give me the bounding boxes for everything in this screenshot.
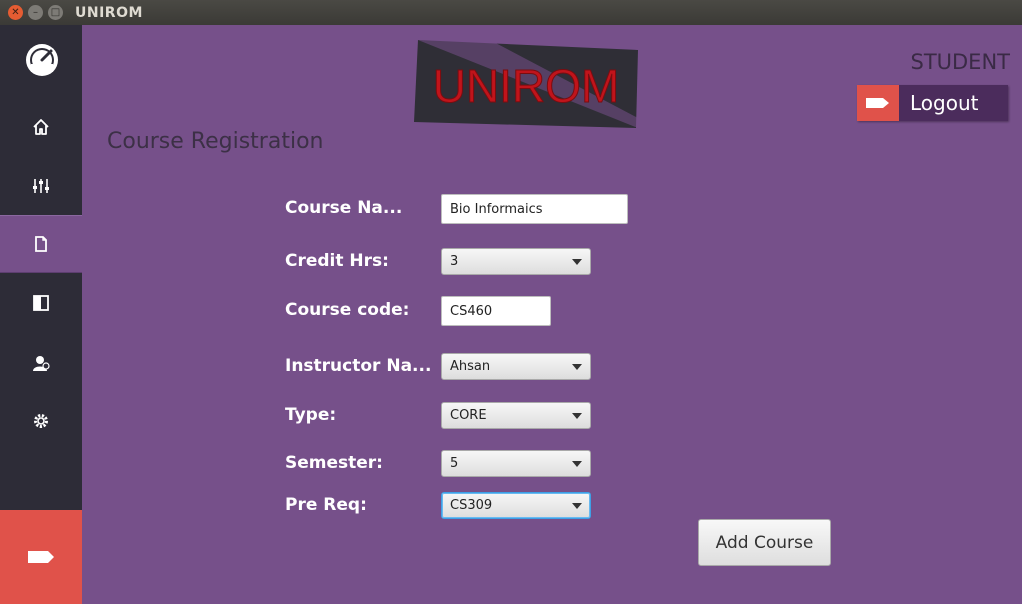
prereq-value: CS309 xyxy=(450,498,493,513)
gauge-icon[interactable] xyxy=(24,42,60,78)
semester-label: Semester: xyxy=(285,453,383,473)
logout-label: Logout xyxy=(910,91,979,115)
semester-select[interactable]: 5 xyxy=(441,450,591,477)
document-icon xyxy=(35,236,47,252)
credit-hrs-select[interactable]: 3 xyxy=(441,248,591,275)
window-minimize-button[interactable]: – xyxy=(28,5,43,20)
type-select[interactable]: CORE xyxy=(441,402,591,429)
instructor-value: Ahsan xyxy=(450,359,491,374)
chevron-down-icon xyxy=(572,258,582,265)
main-panel: UNIROM STUDENT Logout Course Registratio… xyxy=(82,25,1022,604)
course-name-label: Course Na... xyxy=(285,198,403,218)
sidebar-item-home[interactable] xyxy=(0,98,82,156)
exit-tag-icon xyxy=(28,551,54,563)
sidebar-item-preferences[interactable] xyxy=(0,392,82,450)
home-icon xyxy=(33,119,49,135)
page-title: Course Registration xyxy=(107,129,324,154)
add-course-button[interactable]: Add Course xyxy=(698,519,831,566)
semester-value: 5 xyxy=(450,456,459,471)
window-titlebar: ✕ – □ UNIROM xyxy=(0,0,1022,25)
logout-tag-icon xyxy=(866,98,889,108)
panel-icon xyxy=(33,295,49,311)
instructor-name-label: Instructor Na... xyxy=(285,356,432,376)
instructor-select[interactable]: Ahsan xyxy=(441,353,591,380)
gear-icon xyxy=(34,414,48,428)
window-maximize-button[interactable]: □ xyxy=(48,5,63,20)
credit-hrs-label: Credit Hrs: xyxy=(285,251,389,271)
chevron-down-icon xyxy=(572,460,582,467)
window-title: UNIROM xyxy=(75,4,143,21)
sidebar-item-profile[interactable] xyxy=(0,334,82,392)
sidebar-item-panel[interactable] xyxy=(0,274,82,332)
sliders-icon xyxy=(33,179,49,193)
sidebar-exit-button[interactable] xyxy=(0,510,82,604)
sidebar-item-settings-sliders[interactable] xyxy=(0,157,82,215)
sidebar-item-course-registration[interactable] xyxy=(0,215,82,273)
brand-logo: UNIROM xyxy=(414,40,638,128)
brand-logo-text: UNIROM xyxy=(433,60,620,112)
user-role-label: STUDENT xyxy=(910,50,1010,74)
chevron-down-icon xyxy=(572,502,582,509)
sidebar xyxy=(0,25,82,604)
window-close-button[interactable]: ✕ xyxy=(8,5,23,20)
course-code-field[interactable]: CS460 xyxy=(441,296,551,326)
chevron-down-icon xyxy=(572,412,582,419)
prereq-label: Pre Req: xyxy=(285,495,367,515)
user-icon xyxy=(33,356,50,371)
type-label: Type: xyxy=(285,405,337,425)
credit-hrs-value: 3 xyxy=(450,254,459,269)
course-name-field[interactable]: Bio Informaics xyxy=(441,194,628,224)
type-value: CORE xyxy=(450,408,487,423)
chevron-down-icon xyxy=(572,363,582,370)
course-code-label: Course code: xyxy=(285,300,410,320)
prereq-select[interactable]: CS309 xyxy=(441,492,591,519)
logout-button[interactable]: Logout xyxy=(857,85,1008,121)
